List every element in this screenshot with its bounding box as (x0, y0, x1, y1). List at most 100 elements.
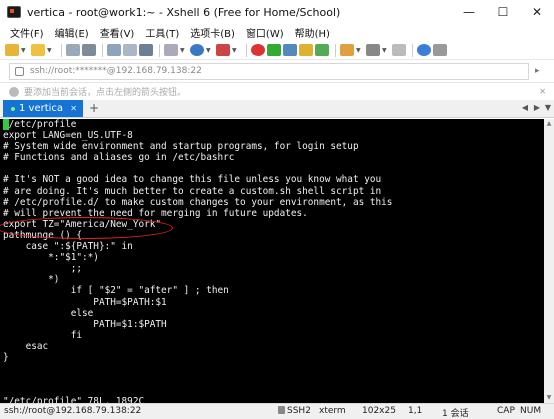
toolbar-separator (246, 43, 247, 57)
transfer-icon[interactable] (340, 44, 354, 56)
address-arrow-icon[interactable]: ▸ (535, 66, 540, 76)
chevron-down-icon[interactable]: ▼ (356, 47, 362, 54)
menu-edit[interactable]: 编辑(E) (55, 25, 89, 40)
tab-close-icon[interactable]: ✕ (70, 104, 77, 113)
color-scheme-icon[interactable] (216, 44, 230, 56)
scroll-up-icon[interactable]: ▲ (544, 119, 554, 129)
status-protocol-text: SSH2 (287, 406, 311, 416)
terminal-line: esac (3, 340, 49, 352)
menu-view[interactable]: 查看(V) (100, 25, 135, 40)
fullscreen-icon[interactable] (392, 44, 406, 56)
status-bar: ssh://root@192.168.79.138:22 SSH2 xterm … (0, 403, 554, 419)
terminal-line: *:"$1":*) (3, 252, 99, 264)
menu-tab[interactable]: 选项卡(B) (190, 25, 235, 40)
terminal-line: "/etc/profile" 78L, 1892C (3, 396, 145, 403)
hint-text: 要添加当前会话，点击左侧的箭头按钮。 (24, 88, 187, 98)
title-bar: vertica - root@work1:~ - Xshell 6 (Free … (0, 0, 554, 24)
terminal-scrollbar[interactable]: ▲ ▼ (544, 119, 554, 403)
status-sessions: 1 会话 (442, 409, 469, 419)
menu-window[interactable]: 窗口(W) (246, 25, 284, 40)
session-address-field[interactable]: ssh://root:*******@192.168.79.138:22 (9, 62, 529, 80)
minimize-button[interactable]: — (452, 0, 486, 24)
status-connection: ssh://root@192.168.79.138:22 (4, 406, 142, 416)
terminal-line: if [ "$2" = "after" ] ; then (3, 285, 229, 297)
window-title: vertica - root@work1:~ - Xshell 6 (Free … (27, 5, 341, 19)
chevron-down-icon[interactable]: ▼ (232, 47, 238, 54)
toolbar-separator (159, 43, 160, 57)
terminal-line: # are doing. It's much better to create … (3, 185, 382, 197)
copy-icon[interactable] (107, 44, 121, 56)
terminal-line: # /etc/profile.d/ to make custom changes… (3, 196, 393, 208)
script-icon[interactable] (283, 44, 297, 56)
menu-help[interactable]: 帮助(H) (295, 25, 330, 40)
comment-icon[interactable] (433, 44, 447, 56)
lock-icon (278, 406, 285, 414)
tab-label: 1 vertica (19, 103, 64, 114)
terminal-line-text: /etc/profile (8, 119, 77, 130)
menu-bar: 文件(F) 编辑(E) 查看(V) 工具(T) 选项卡(B) 窗口(W) 帮助(… (0, 24, 554, 41)
terminal-line: PATH=$1:$PATH (3, 318, 167, 330)
toolbar-separator (335, 43, 336, 57)
terminal-line: # Functions and aliases go in /etc/bashr… (3, 152, 235, 164)
toolbar: ▼ ▼ ▼ ▼ ▼ ▼ ▼ (0, 41, 554, 60)
chevron-down-icon[interactable]: ▼ (180, 47, 186, 54)
terminal-content: █/etc/profile export LANG=en_US.UTF-8 # Sy… (0, 119, 544, 403)
xftp-icon[interactable] (251, 44, 265, 56)
close-button[interactable]: ✕ (520, 0, 554, 24)
terminal-line: else (3, 307, 94, 319)
chevron-right-icon[interactable]: ▶ (534, 103, 540, 112)
layout-icon[interactable] (366, 44, 380, 56)
terminal-screen[interactable]: █/etc/profile export LANG=en_US.UTF-8 # Sy… (0, 119, 544, 403)
xshell-app-icon (7, 6, 21, 18)
terminal-line: *) (3, 274, 60, 286)
address-bar: ssh://root:*******@192.168.79.138:22 ▸ (0, 60, 554, 83)
toolbar-separator (412, 43, 413, 57)
status-cursor-position: 1,1 (408, 406, 423, 416)
new-session-icon[interactable] (5, 44, 19, 56)
terminal-line: } (3, 351, 9, 363)
scroll-down-icon[interactable]: ▼ (544, 393, 554, 403)
tab-bar: 1 vertica ✕ + ◀ ▶ ▼ (0, 100, 554, 118)
chevron-down-icon[interactable]: ▼ (47, 47, 53, 54)
lock-icon[interactable] (299, 44, 313, 56)
reconnect-icon[interactable] (82, 44, 96, 56)
paste-icon[interactable] (123, 44, 137, 56)
status-caps: CAP (497, 406, 515, 416)
menu-tools[interactable]: 工具(T) (145, 25, 179, 40)
chevron-down-icon[interactable]: ▼ (206, 47, 212, 54)
status-protocol: SSH2 (278, 406, 311, 416)
globe-icon[interactable] (190, 44, 204, 56)
properties-icon[interactable] (164, 44, 178, 56)
link-icon[interactable] (66, 44, 80, 56)
find-icon[interactable] (139, 44, 153, 56)
help-icon[interactable] (417, 44, 431, 56)
terminal-line: █/etc/profile (3, 119, 544, 130)
open-folder-icon[interactable] (31, 44, 45, 56)
arrow-right-icon[interactable] (9, 86, 19, 97)
status-terminal-type: xterm (319, 406, 346, 416)
terminal-line: # System wide environment and startup pr… (3, 141, 359, 153)
add-tab-icon[interactable]: + (89, 101, 99, 115)
tab-vertica[interactable]: 1 vertica ✕ (3, 100, 83, 117)
status-num: NUM (520, 406, 542, 416)
hint-close-icon[interactable]: ✕ (539, 87, 546, 96)
toolbar-separator (102, 43, 103, 57)
tab-list-icon[interactable]: ▼ (545, 103, 551, 112)
session-address-text: ssh://root:*******@192.168.79.138:22 (30, 66, 202, 76)
red-annotation-ellipse (0, 217, 173, 239)
chevron-down-icon[interactable]: ▼ (382, 47, 388, 54)
session-icon (15, 66, 24, 76)
maximize-button[interactable]: ☐ (486, 0, 520, 24)
chevron-down-icon[interactable]: ▼ (21, 47, 27, 54)
terminal-line: # It's NOT a good idea to change this fi… (3, 174, 382, 186)
chevron-left-icon[interactable]: ◀ (522, 103, 528, 112)
terminal-line: fi (3, 329, 83, 341)
connected-indicator-icon (11, 106, 15, 111)
menu-file[interactable]: 文件(F) (10, 25, 44, 40)
compose-icon[interactable] (315, 44, 329, 56)
keyboard-icon[interactable] (267, 44, 281, 56)
terminal-line: PATH=$PATH:$1 (3, 296, 167, 308)
status-size: 102x25 (362, 406, 396, 416)
